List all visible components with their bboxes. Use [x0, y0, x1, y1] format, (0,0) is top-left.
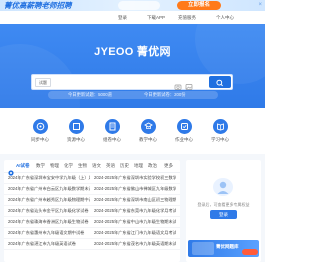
- login-button[interactable]: 登录: [210, 210, 237, 219]
- banner-signup-button[interactable]: 立即报名: [177, 1, 221, 10]
- list-item[interactable]: 2024-2025年广东省佛山市禅城区九年级数学期末卷: [94, 184, 176, 194]
- top-banner[interactable]: 菁优高薪聘老师招聘 立即报名 ×: [0, 0, 265, 11]
- nav-item-login[interactable]: 登录: [118, 11, 127, 24]
- feature-paper[interactable]: 组卷中心: [96, 119, 128, 149]
- list-row: 2024年广东省汕头市金平区九年级化学试卷 2024-2025年广东省东莞市九年…: [4, 206, 180, 217]
- feature-label: 学习中心: [211, 137, 229, 142]
- paper-list-panel: AI试卷 数学 物理 化学 生物 语文 英语 历史 地理 政治 更多 2024年…: [4, 160, 180, 262]
- list-row: 2024年广东省珠海市香洲区九年级生物试卷 2024-2025年广东省中山市九年…: [4, 217, 180, 228]
- search-input[interactable]: [52, 77, 176, 87]
- feature-label: 作业中心: [175, 137, 193, 142]
- resource-icon: [68, 119, 84, 134]
- tab-history[interactable]: 历史: [120, 160, 129, 172]
- study-icon: [212, 119, 228, 134]
- list-item[interactable]: 2024-2025年广东省中山市九年级生物期末试卷: [94, 217, 176, 227]
- search-icon: [216, 79, 223, 87]
- papers-update-count: 今日更新试卷：200份: [144, 92, 186, 97]
- teaching-icon: [140, 119, 156, 134]
- feature-label: 同步中心: [31, 137, 49, 142]
- promo-text: 菁优网题库: [216, 244, 239, 249]
- tab-chemistry[interactable]: 化学: [64, 160, 73, 172]
- questions-update-count: 今日更新试题：5000道: [68, 92, 112, 97]
- feature-study[interactable]: 学习中心: [204, 119, 236, 149]
- homework-icon: [176, 119, 192, 134]
- paper-icon: [104, 119, 120, 134]
- avatar: [213, 178, 233, 196]
- list-item[interactable]: 2024年广东省汕头市金平区九年级化学试卷: [8, 206, 90, 216]
- site-logo[interactable]: JYEOO 菁优网: [0, 43, 265, 59]
- camera-icon[interactable]: [174, 78, 182, 90]
- list-item[interactable]: 2024年广东省惠州市九年级语文期中试卷: [8, 228, 90, 238]
- tab-chinese[interactable]: 语文: [92, 160, 101, 172]
- search-button[interactable]: [209, 76, 231, 88]
- tab-biology[interactable]: 生物: [78, 160, 87, 172]
- feature-sync[interactable]: 同步中心: [24, 119, 56, 149]
- content-area: AI试卷 数学 物理 化学 生物 语文 英语 历史 地理 政治 更多 2024年…: [0, 154, 265, 262]
- feature-nav: 同步中心 资源中心 组卷中心 教学中心 作业中心 学习中心: [0, 108, 265, 154]
- list-row: 2024年广东省湛江市九年级英语试卷 2024-2025年广东省茂名市九年级英语…: [4, 239, 180, 250]
- top-nav: 登录 下载APP 充值服务 个人中心: [0, 11, 265, 25]
- list-item[interactable]: 2024年广东省湛江市九年级英语试卷: [8, 239, 90, 249]
- tab-math[interactable]: 数学: [36, 160, 45, 172]
- promo-banner[interactable]: 菁优网题库: [188, 240, 259, 257]
- user-panel: 登录后，可查看更多专属权益 登录 菁优网题库: [186, 160, 261, 262]
- list-item[interactable]: 2024-2025年广东省深圳市实验学校初三数学月考试卷: [94, 173, 176, 183]
- list-row: 2024年广东省广州市白云区九年级数学期末试卷 2024-2025年广东省佛山市…: [4, 184, 180, 195]
- feature-resource[interactable]: 资源中心: [60, 119, 92, 149]
- tab-physics[interactable]: 物理: [50, 160, 59, 172]
- image-search-icon[interactable]: [185, 78, 193, 90]
- list-item[interactable]: 2024-2025年广东省江门市九年级语文月考试卷: [94, 228, 176, 238]
- search-type-select[interactable]: 试题: [35, 78, 51, 87]
- ai-icon: [8, 163, 14, 176]
- banner-title: 菁优高薪聘老师招聘: [4, 1, 72, 10]
- feature-label: 教学中心: [139, 137, 157, 142]
- update-stats-bar: 今日更新试题：5000道 今日更新试卷：200份: [48, 91, 218, 99]
- close-icon[interactable]: ×: [258, 1, 262, 10]
- list-row: 2024年广东省深圳市宝安中学九年级（上）月考数学试卷 2024-2025年广东…: [4, 173, 180, 184]
- login-hint: 登录后，可查看更多专属权益: [197, 202, 250, 207]
- banner-decoration: [118, 1, 160, 10]
- subject-tabs: AI试卷 数学 物理 化学 生物 语文 英语 历史 地理 政治 更多: [4, 160, 180, 176]
- list-item[interactable]: 2024-2025年广东省东莞市九年级化学月考试卷: [94, 206, 176, 216]
- paper-list: 2024年广东省深圳市宝安中学九年级（上）月考数学试卷 2024-2025年广东…: [4, 173, 180, 250]
- feature-label: 组卷中心: [103, 137, 121, 142]
- tab-english[interactable]: 英语: [106, 160, 115, 172]
- feature-teaching[interactable]: 教学中心: [132, 119, 164, 149]
- feature-label: 资源中心: [67, 137, 85, 142]
- tab-politics[interactable]: 政治: [148, 160, 157, 172]
- promo-badge: [242, 249, 258, 255]
- nav-item-app[interactable]: 下载APP: [147, 11, 165, 24]
- search-bar: 试题: [31, 74, 233, 90]
- feature-homework[interactable]: 作业中心: [168, 119, 200, 149]
- list-row: 2024年广东省广州市越秀区九年级物理期中试卷 2024-2025年广东省深圳市…: [4, 195, 180, 206]
- tab-more[interactable]: 更多: [164, 160, 173, 172]
- list-item[interactable]: 2024-2025年广东省茂名市九年级英语期末试卷: [94, 239, 176, 249]
- nav-item-recharge[interactable]: 充值服务: [178, 11, 196, 24]
- list-item[interactable]: 2024年广东省广州市白云区九年级数学期末试卷: [8, 184, 90, 194]
- sync-icon: [32, 119, 48, 134]
- hero-section: JYEOO 菁优网 试题 今日更新试题：5000道 今日更新试卷：200份: [0, 24, 265, 108]
- list-item[interactable]: 2024年广东省广州市越秀区九年级物理期中试卷: [8, 195, 90, 205]
- list-item[interactable]: 2024年广东省珠海市香洲区九年级生物试卷: [8, 217, 90, 227]
- promo-illustration: [192, 242, 214, 255]
- list-item[interactable]: 2024年广东省深圳市宝安中学九年级（上）月考数学试卷: [8, 173, 90, 183]
- list-item[interactable]: 2024-2025年广东省深圳市南山区初三物理期中试卷: [94, 195, 176, 205]
- tab-ai[interactable]: AI试卷: [16, 160, 30, 172]
- list-row: 2024年广东省惠州市九年级语文期中试卷 2024-2025年广东省江门市九年级…: [4, 228, 180, 239]
- nav-item-profile[interactable]: 个人中心: [216, 11, 234, 24]
- tab-geography[interactable]: 地理: [134, 160, 143, 172]
